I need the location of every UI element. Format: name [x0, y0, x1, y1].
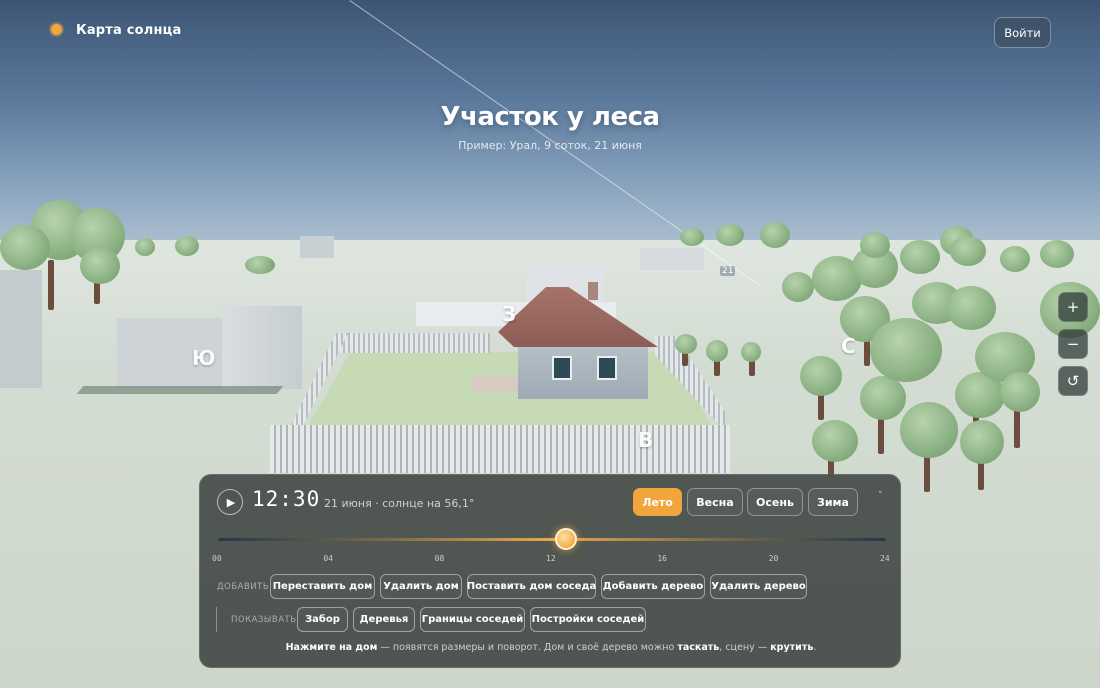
play-button[interactable]: ▶ — [217, 489, 243, 515]
compass-west: З — [502, 302, 517, 326]
neighbour-building — [0, 270, 42, 388]
sun-icon — [48, 22, 64, 38]
season-winter-button[interactable]: Зима — [808, 488, 858, 516]
time-tick-label: 20 — [768, 554, 779, 563]
hint-strong-5: крутить — [770, 642, 814, 653]
date-sun-info: 21 июня · солнце на 56,1° — [324, 497, 475, 510]
time-tick-label: 00 — [212, 554, 222, 563]
time-tick-label: 08 — [434, 554, 445, 563]
fence-front — [270, 425, 730, 473]
collapse-panel-button[interactable]: ˅ — [878, 491, 883, 501]
login-button[interactable]: Войти — [994, 17, 1051, 48]
compass-east: В — [638, 428, 654, 452]
distance-marker: 21 — [720, 266, 736, 276]
hint-strong-1: Нажмите на дом — [285, 642, 378, 653]
page-title: Участок у леса — [440, 102, 660, 132]
toggle-trees-button[interactable]: Деревья — [353, 607, 415, 632]
toggle-neighbour-buildings-button[interactable]: Постройки соседей — [530, 607, 646, 632]
brand[interactable]: Карта солнца — [48, 22, 182, 38]
building-shadow — [76, 386, 284, 394]
page-subtitle: Пример: Урал, 9 соток, 21 июня — [458, 139, 642, 152]
season-summer-button[interactable]: Лето — [633, 488, 682, 516]
house-chimney — [588, 282, 598, 300]
sky — [0, 0, 1100, 270]
delete-tree-button[interactable]: Удалить дерево — [710, 574, 807, 599]
time-tick-label: 16 — [657, 554, 667, 563]
help-hint: Нажмите на дом — появятся размеры и пово… — [200, 642, 902, 653]
time-tick-label: 24 — [880, 554, 890, 563]
hint-text-2: — появятся размеры и поворот. Дом и своё… — [377, 642, 678, 653]
hint-text-4: , сцену — — [719, 642, 771, 653]
time-display: 12:30 — [252, 487, 321, 511]
house-window — [597, 356, 617, 380]
season-spring-button[interactable]: Весна — [687, 488, 743, 516]
time-slider-thumb[interactable] — [554, 528, 577, 550]
add-neighbour-house-button[interactable]: Поставить дом соседа — [467, 574, 596, 599]
neighbour-building-side — [222, 306, 302, 389]
delete-house-button[interactable]: Удалить дом — [380, 574, 462, 599]
move-house-button[interactable]: Переставить дом — [270, 574, 375, 599]
play-icon: ▶ — [226, 495, 236, 509]
season-autumn-button[interactable]: Осень — [747, 488, 803, 516]
app-title: Карта солнца — [76, 22, 182, 38]
zoom-out-button[interactable]: − — [1058, 329, 1088, 359]
zoom-in-button[interactable]: + — [1058, 292, 1088, 322]
time-tick-label: 04 — [323, 554, 333, 563]
compass-north: С — [841, 334, 856, 358]
distant-building — [640, 248, 704, 270]
distant-building — [300, 236, 334, 258]
section-divider — [216, 607, 217, 632]
add-tree-button[interactable]: Добавить дерево — [601, 574, 705, 599]
fence-back — [340, 333, 490, 353]
sun-control-panel: ▶ 12:30 21 июня · солнце на 56,1° Лето В… — [199, 474, 901, 668]
time-slider-track[interactable] — [218, 538, 886, 541]
show-section-label: ПОКАЗЫВАТЬ — [231, 615, 297, 625]
hint-strong-3: таскать — [677, 642, 720, 653]
reset-view-button[interactable]: ↺ — [1058, 366, 1088, 396]
compass-south: Ю — [192, 346, 216, 370]
toggle-neighbour-borders-button[interactable]: Границы соседей — [420, 607, 525, 632]
house-window — [552, 356, 572, 380]
toggle-fence-button[interactable]: Забор — [297, 607, 348, 632]
house-walls[interactable] — [518, 343, 648, 399]
hint-text-6: . — [813, 642, 817, 653]
time-tick-label: 12 — [546, 554, 556, 563]
house-porch — [472, 376, 522, 392]
add-section-label: ДОБАВИТЬ — [217, 582, 270, 592]
